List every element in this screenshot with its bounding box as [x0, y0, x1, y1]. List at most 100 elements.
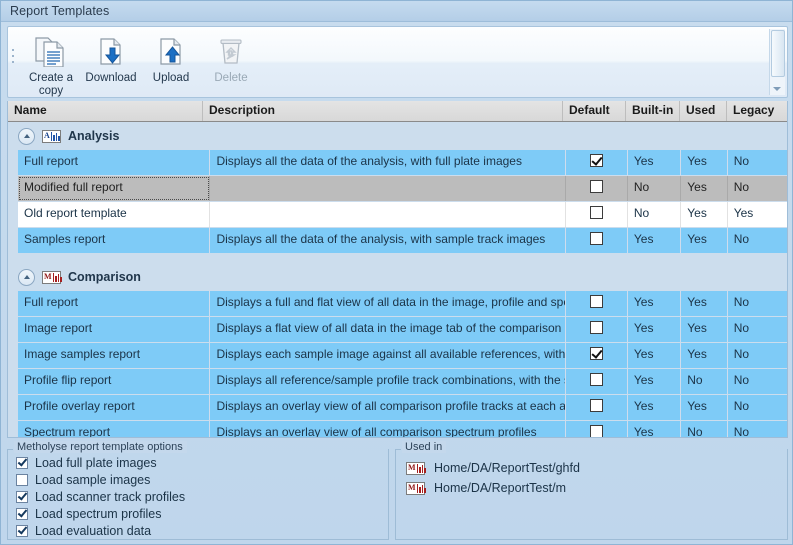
column-header-used[interactable]: Used [680, 101, 727, 121]
default-checkbox[interactable] [589, 321, 603, 334]
cell-default[interactable] [565, 369, 628, 394]
grid-header-row: Name Description Default Built-in Used Legacy [8, 101, 787, 122]
table-row[interactable]: Profile overlay report Displays an overla… [8, 395, 787, 420]
option-load-full-plate-images[interactable]: Load full plate images [16, 455, 388, 471]
default-checkbox[interactable] [589, 180, 603, 193]
toolbar-grip-handle[interactable] [12, 49, 15, 67]
option-checkbox[interactable] [16, 508, 28, 520]
default-checkbox[interactable] [589, 206, 603, 219]
options-groupbox: Metholyse report template options Load f… [7, 441, 389, 540]
report-templates-window: Report Templates Create a copy Download Up… [0, 0, 793, 545]
group-title: Comparison [68, 270, 141, 284]
cell-default[interactable] [565, 395, 628, 420]
cell-default[interactable] [565, 421, 628, 437]
group-spacer [8, 254, 787, 263]
cell-used: Yes [681, 343, 728, 368]
option-load-scanner-track-profiles[interactable]: Load scanner track profiles [16, 489, 388, 505]
cell-name: Modified full report [18, 176, 211, 201]
table-row[interactable]: Modified full report No Yes No [8, 176, 787, 201]
option-checkbox[interactable] [16, 474, 28, 486]
option-load-evaluation-data[interactable]: Load evaluation data [16, 523, 388, 539]
default-checkbox[interactable] [589, 295, 603, 308]
group-title: Analysis [68, 129, 120, 143]
column-header-default[interactable]: Default [563, 101, 626, 121]
option-checkbox[interactable] [16, 525, 28, 537]
cell-description: Displays a full and flat view of all dat… [210, 291, 566, 316]
table-row[interactable]: Image samples report Displays each sample… [8, 343, 787, 368]
option-label: Load evaluation data [35, 524, 152, 538]
cell-name: Spectrum report [18, 421, 211, 437]
option-load-spectrum-profiles[interactable]: Load spectrum profiles [16, 506, 388, 522]
cell-name: Full report [18, 291, 211, 316]
upload-document-icon [141, 35, 201, 69]
used-in-groupbox-title: Used in [402, 441, 447, 453]
option-load-sample-images[interactable]: Load sample images [16, 472, 388, 488]
column-header-name[interactable]: Name [8, 101, 203, 121]
cell-name: Full report [18, 150, 211, 175]
collapse-toggle-analysis[interactable] [18, 127, 35, 145]
cell-description: Displays each sample image against all a… [210, 343, 566, 368]
analysis-chart-icon: A [42, 129, 61, 143]
toolbar-button-group: Create a copy Download Upload Delete [21, 30, 261, 98]
default-checkbox[interactable] [589, 373, 603, 386]
cell-legacy: No [727, 317, 787, 342]
option-checkbox[interactable] [16, 457, 28, 469]
cell-name: Profile overlay report [18, 395, 211, 420]
cell-name: Samples report [18, 228, 211, 253]
cell-default[interactable] [565, 202, 628, 227]
chevron-up-icon [23, 134, 30, 138]
default-checkbox[interactable] [589, 347, 603, 360]
cell-description [210, 176, 566, 201]
column-header-legacy[interactable]: Legacy [727, 101, 787, 121]
used-in-item[interactable]: M Home/DA/ReportTest/ghfd [406, 461, 787, 475]
cell-used: Yes [681, 291, 728, 316]
toolbar-button-label: Create a copy [28, 72, 74, 97]
default-checkbox[interactable] [589, 399, 603, 412]
cell-legacy: No [727, 176, 787, 201]
group-header-analysis[interactable]: A Analysis [8, 122, 787, 150]
table-row[interactable]: Samples report Displays all the data of t… [8, 228, 787, 253]
cell-legacy: No [727, 291, 787, 316]
table-row[interactable]: Profile flip report Displays all referenc… [8, 369, 787, 394]
cell-default[interactable] [565, 343, 628, 368]
toolbar-button-download[interactable]: Download [81, 30, 141, 85]
option-label: Load spectrum profiles [35, 507, 162, 521]
option-label: Load sample images [35, 473, 151, 487]
used-in-label: Home/DA/ReportTest/m [434, 481, 566, 495]
group-header-comparison[interactable]: M Comparison [8, 263, 787, 291]
cell-default[interactable] [565, 291, 628, 316]
cell-name: Old report template [18, 202, 211, 227]
cell-builtin: Yes [627, 369, 682, 394]
cell-default[interactable] [565, 176, 628, 201]
default-checkbox[interactable] [589, 425, 603, 437]
option-checkbox[interactable] [16, 491, 28, 503]
cell-builtin: Yes [627, 343, 682, 368]
cell-description: Displays an overlay view of all comparis… [210, 421, 566, 437]
cell-default[interactable] [565, 150, 628, 175]
used-in-item[interactable]: M Home/DA/ReportTest/m [406, 481, 787, 495]
table-row[interactable]: Image report Displays a flat view of all … [8, 317, 787, 342]
cell-description: Displays all reference/sample profile tr… [210, 369, 566, 394]
column-header-description[interactable]: Description [203, 101, 563, 121]
table-row[interactable]: Spectrum report Displays an overlay view … [8, 421, 787, 437]
toolbar-scrollbar[interactable] [769, 29, 785, 95]
cell-name: Profile flip report [18, 369, 211, 394]
cell-legacy: No [727, 421, 787, 437]
cell-legacy: No [727, 369, 787, 394]
comparison-chart-icon: M [406, 481, 426, 495]
cell-default[interactable] [565, 317, 628, 342]
table-row[interactable]: Full report Displays a full and flat view… [8, 291, 787, 316]
toolbar-button-create-a-copy[interactable]: Create a copy [21, 30, 81, 98]
cell-legacy: No [727, 343, 787, 368]
toolbar-scrollbar-thumb[interactable] [771, 30, 785, 77]
column-header-built-in[interactable]: Built-in [626, 101, 680, 121]
toolbar-button-upload[interactable]: Upload [141, 30, 201, 85]
default-checkbox[interactable] [589, 232, 603, 245]
table-row[interactable]: Full report Displays all the data of the … [8, 150, 787, 175]
collapse-toggle-comparison[interactable] [18, 268, 35, 286]
bottom-panels: Metholyse report template options Load f… [7, 441, 788, 540]
cell-default[interactable] [565, 228, 628, 253]
default-checkbox[interactable] [589, 154, 603, 167]
table-row[interactable]: Old report template No Yes Yes [8, 202, 787, 227]
scroll-down-arrow-icon[interactable] [773, 87, 781, 91]
